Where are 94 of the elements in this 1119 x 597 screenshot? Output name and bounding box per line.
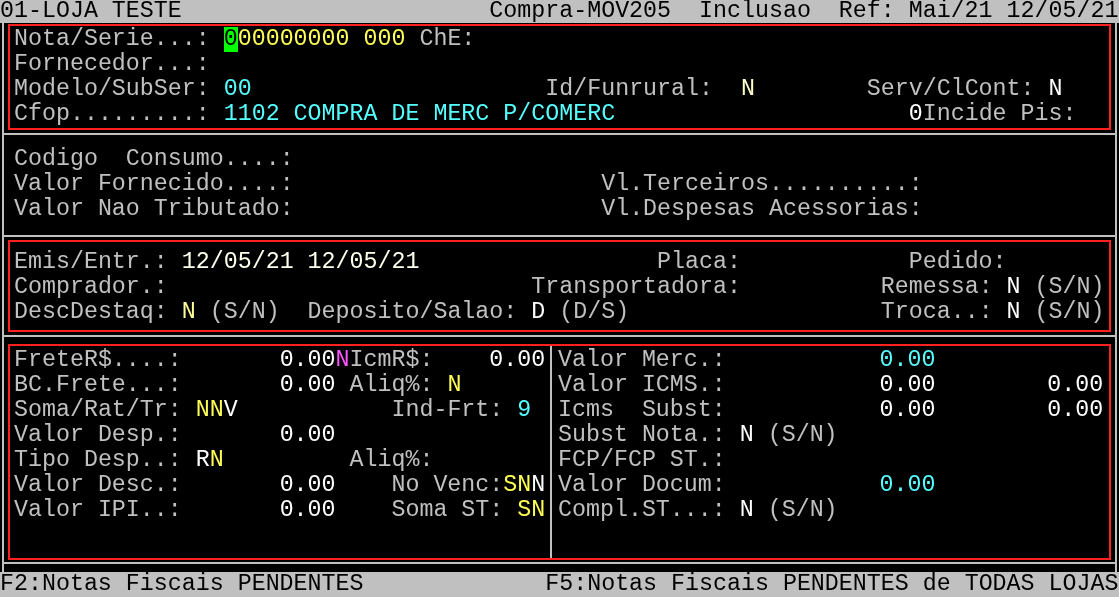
field-value: 12/05/21 — [181, 250, 294, 275]
field-label: Valor Nao Tributado: — [14, 197, 294, 222]
field-value: V — [223, 398, 238, 423]
field-label: Vl.Terceiros..........: — [601, 172, 923, 197]
field-label: (S/N) — [209, 300, 280, 325]
field-label: Serv/ClCont: — [866, 77, 1035, 102]
field-label: Deposito/Salao: — [307, 300, 518, 325]
field-label: Codigo Consumo....: — [14, 147, 294, 172]
field-value: SN — [503, 473, 532, 498]
field-value: 0.00 — [489, 348, 546, 373]
field-value: 0 — [908, 102, 923, 127]
field-value: N — [1006, 275, 1021, 300]
field-value: N — [1048, 77, 1063, 102]
field-value: N — [531, 473, 546, 498]
shortcut-hint[interactable]: F2:Notas Fiscais PENDENTES — [0, 572, 364, 597]
header-text: Inclusao — [699, 0, 811, 24]
field-value: N — [1006, 300, 1021, 325]
field-label: Valor Merc.: — [558, 348, 726, 373]
field-value: 000 — [363, 27, 406, 52]
field-value: 0.00 — [279, 423, 336, 448]
field-label: Id/Funrural: — [545, 77, 713, 102]
field-label: Aliq%: — [349, 373, 434, 398]
header-text: 01-LOJA TESTE — [0, 0, 182, 24]
field-value: 0.00 — [879, 398, 936, 423]
field-label: Emis/Entr.: — [14, 250, 168, 275]
field-label: Compl.ST...: — [558, 498, 726, 523]
field-label: (S/N) — [1034, 275, 1105, 300]
field-value: 1102 COMPRA DE MERC P/COMERC — [223, 102, 616, 127]
field-label: (S/N) — [1034, 300, 1105, 325]
field-label: Placa: — [657, 250, 741, 275]
field-label: Soma ST: — [391, 498, 504, 523]
cursor-cell: 0 — [223, 27, 238, 52]
field-label: Cfop.........: — [14, 102, 210, 127]
field-label: Troca..: — [880, 300, 993, 325]
field-label: BC.Frete...: — [14, 373, 182, 398]
field-value: 0.00 — [279, 498, 336, 523]
field-label: Fornecedor...: — [14, 52, 210, 77]
field-value: 0.00 — [279, 373, 336, 398]
field-label: ChE: — [419, 27, 476, 52]
shortcut-hint[interactable]: F5:Notas Fiscais PENDENTES de TODAS LOJAS — [545, 572, 1119, 597]
field-label: Modelo/SubSer: — [14, 77, 210, 102]
field-value: 00000000 — [237, 27, 350, 52]
field-value: D — [531, 300, 546, 325]
field-label: Soma/Rat/Tr: — [14, 398, 182, 423]
field-label: Valor ICMS.: — [558, 373, 726, 398]
field-label: Valor Desp.: — [14, 423, 182, 448]
field-value: 0.00 — [279, 348, 336, 373]
field-label: FCP/FCP ST.: — [558, 448, 726, 473]
field-label: Aliq%: — [349, 448, 434, 473]
field-value: N — [447, 373, 462, 398]
header-text: Compra-MOV205 — [489, 0, 672, 24]
field-value: NN — [195, 398, 224, 423]
field-label: Nota/Serie...: — [14, 27, 210, 52]
field-value: 0.00 — [279, 473, 336, 498]
field-label: Tipo Desp..: — [14, 448, 182, 473]
field-value: N — [739, 498, 754, 523]
field-value: N — [740, 77, 755, 102]
field-value: 12/05/21 — [307, 250, 420, 275]
field-value: 0.00 — [879, 373, 936, 398]
field-label: Ind-Frt: — [391, 398, 504, 423]
field-value: 0.00 — [879, 348, 936, 373]
field-label: DescDestaq: — [14, 300, 168, 325]
field-label: Valor Fornecido....: — [14, 172, 294, 197]
field-label: (D/S) — [559, 300, 630, 325]
field-label: (S/N) — [767, 498, 838, 523]
field-label: No Venc: — [391, 473, 504, 498]
field-label: Incide Pis: — [922, 102, 1077, 127]
field-value: SN — [517, 498, 546, 523]
field-label: Pedido: — [908, 250, 1007, 275]
header-text: 12/05/21 — [1006, 0, 1119, 24]
field-label: Transportadora: — [531, 275, 741, 300]
field-value: N — [209, 448, 224, 473]
field-label: Valor IPI..: — [14, 498, 182, 523]
field-label: Icms Subst: — [558, 398, 726, 423]
field-label: Vl.Despesas Acessorias: — [601, 197, 923, 222]
field-label: Valor Desc.: — [14, 473, 182, 498]
field-value: 00 — [223, 77, 252, 102]
field-label: Comprador.: — [14, 275, 168, 300]
field-value: 9 — [517, 398, 532, 423]
field-value: R — [195, 448, 210, 473]
field-value: N — [181, 300, 196, 325]
header-text: Mai/21 — [908, 0, 993, 24]
field-label: Valor Docum: — [558, 473, 726, 498]
field-value: N — [335, 348, 350, 373]
field-value: 0.00 — [879, 473, 936, 498]
field-value: N — [739, 423, 754, 448]
field-label: Subst Nota.: — [558, 423, 726, 448]
field-label: FreteR$....: — [14, 348, 182, 373]
field-value: 0.00 — [1047, 398, 1104, 423]
field-label: Remessa: — [880, 275, 993, 300]
header-text: Ref: — [838, 0, 895, 24]
field-value: 0.00 — [1047, 373, 1104, 398]
field-label: (S/N) — [767, 423, 838, 448]
field-label: IcmR$: — [349, 348, 434, 373]
